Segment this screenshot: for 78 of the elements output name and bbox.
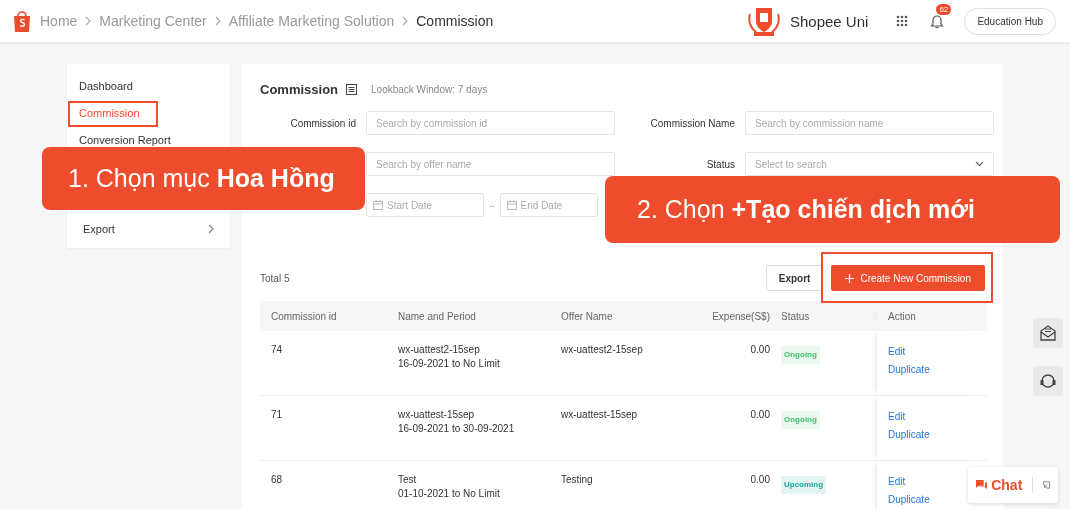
commission-name: wx-uattest-15sep [398,408,476,422]
headset-icon [1039,372,1057,390]
sidebar-item[interactable]: Export [67,214,230,244]
sidebar-item[interactable]: Dashboard [79,79,133,93]
chat-widget[interactable]: Chat [968,467,1058,503]
breadcrumb-link[interactable]: Affiliate Marketing Solution [228,13,395,29]
sidebar-item[interactable]: Conversion Report [79,133,171,147]
callout-label: 2. Chọn +Tạo chiến dịch mới [605,176,1060,243]
column-header: Action [877,310,975,322]
minimize-icon [1043,480,1050,490]
lookback-text: Lookback Window: 7 days [371,84,488,95]
period-text: 16-09-2021 to 30-09-2021 [398,422,516,436]
plus-icon [845,273,855,283]
envelope-icon [1039,324,1057,342]
total-count: Total 5 [260,272,291,284]
column-header: Commission id [270,310,338,322]
sidebar-item[interactable]: Commission [79,106,140,120]
table-cell-text: 68 [270,473,284,487]
field-label: Commission Name [649,117,735,129]
action-link[interactable]: Duplicate [888,428,930,442]
apps-grid-icon [896,15,909,27]
field-label: Commission id [289,117,356,129]
page-title: Commission [260,82,338,97]
notification-badge: 62 [936,4,952,15]
table-cell-text: wx-uattest-15sep [560,408,639,422]
breadcrumb-link[interactable]: Commission [416,13,494,29]
range-dash: – [489,199,495,211]
table-cell-text: 0.00 [749,408,770,422]
create-commission-button[interactable]: Create New Commission [831,265,985,291]
table-cell-text: 71 [270,408,284,422]
column-header: Offer Name [560,310,614,322]
field-label: Status [705,158,735,170]
column-header: Status [780,310,811,322]
chevron-right-icon [214,16,221,26]
status-tag: Upcoming [781,476,827,494]
callout-label: 1. Chọn mục Hoa Hồng [42,147,365,210]
education-hub-button[interactable]: Education Hub [964,7,1056,35]
action-link[interactable]: Duplicate [888,363,930,377]
select-field[interactable]: Select to search [745,152,994,176]
action-link[interactable]: Edit [888,475,906,489]
input-field[interactable]: Search by commission id [366,111,615,135]
input-field[interactable]: Search by commission name [745,111,994,135]
commission-name: wx-uattest2-15sep [398,343,481,357]
chevron-right-icon [208,224,214,234]
breadcrumb-link[interactable]: Home [40,13,78,29]
table-cell-text: Testing [560,473,594,487]
date-field[interactable]: Start Date [366,193,484,217]
action-link[interactable]: Edit [888,410,906,424]
column-header: Name and Period [397,310,477,322]
breadcrumb-link[interactable]: Marketing Center [99,13,207,29]
date-field[interactable]: End Date [499,193,598,217]
period-text: 16-09-2021 to No Limit [398,357,501,371]
action-link[interactable]: Edit [888,345,906,359]
calendar-icon [506,200,517,210]
status-tag: Ongoing [781,346,820,364]
brand-name: Shopee Uni [790,12,869,30]
commission-name: Test [398,473,418,487]
export-button[interactable]: Export [765,265,824,291]
period-text: 01-10-2021 to No Limit [398,487,501,501]
chat-bubble-icon [976,478,988,492]
column-header: Expense(S$) [711,310,770,322]
action-link[interactable]: Duplicate [888,493,930,507]
bell-icon [930,13,945,29]
table-cell-text: 0.00 [749,343,770,357]
chat-label: Chat [991,477,1023,493]
caret-down-icon [975,161,984,167]
table-cell-text: 74 [270,343,284,357]
calendar-icon [373,200,383,210]
shopping-bag-icon [12,10,32,32]
mail-button[interactable] [1033,318,1063,348]
table-cell-text: wx-uattest2-15sep [560,343,644,357]
input-field[interactable]: Search by offer name [366,152,615,176]
chevron-right-icon [85,16,92,26]
status-tag: Ongoing [781,411,820,429]
support-button[interactable] [1033,366,1063,396]
chevron-right-icon [402,16,409,26]
list-icon [346,84,357,95]
table-cell-text: 0.00 [749,473,770,487]
